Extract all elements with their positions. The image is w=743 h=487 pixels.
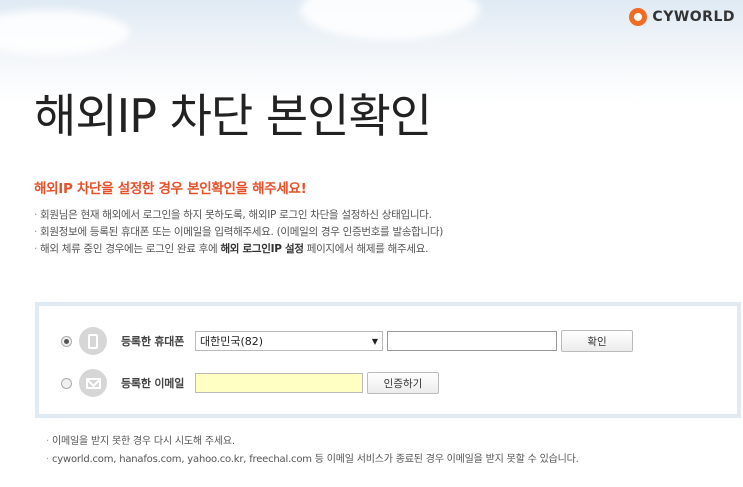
cyworld-logo[interactable]: CYWORLD <box>629 8 735 26</box>
email-auth-row: 등록한 이메일 인증하기 <box>39 369 439 397</box>
phone-radio[interactable] <box>61 335 72 347</box>
phone-auth-row: 등록한 휴대폰 대한민국(82) ▼ 확인 <box>39 327 633 355</box>
country-selected-value: 대한민국(82) <box>200 335 264 348</box>
ip-setting-link-text: 해외 로그인IP 설정 <box>220 243 304 255</box>
phone-number-input[interactable] <box>387 331 557 351</box>
mobile-phone-icon <box>79 327 107 355</box>
intro-headline: 해외IP 차단을 설정한 경우 본인확인을 해주세요! <box>34 181 307 197</box>
sky-cloud <box>0 10 130 55</box>
footer-note: · cyworld.com, hanafos.com, yahoo.co.kr, … <box>46 454 579 465</box>
envelope-icon <box>79 369 107 397</box>
sky-cloud <box>300 0 480 40</box>
cyworld-logo-icon <box>629 8 648 26</box>
dropdown-caret-icon: ▼ <box>371 336 378 346</box>
send-code-button[interactable]: 인증하기 <box>367 372 439 394</box>
confirm-button[interactable]: 확인 <box>561 330 633 352</box>
email-label: 등록한 이메일 <box>121 377 185 390</box>
phone-label: 등록한 휴대폰 <box>121 335 185 348</box>
page-title: 해외IP 차단 본인확인 <box>34 89 432 143</box>
country-code-select[interactable]: 대한민국(82) ▼ <box>195 331 383 351</box>
notice-item: · 회원님은 현재 해외에서 로그인을 하지 못하도록, 해외IP 로그인 차단을… <box>34 209 432 221</box>
footer-note: · 이메일을 받지 못한 경우 다시 시도해 주세요. <box>46 436 235 447</box>
notice-list: · 회원님은 현재 해외에서 로그인을 하지 못하도록, 해외IP 로그인 차단을… <box>34 207 443 258</box>
auth-form-box: 등록한 휴대폰 대한민국(82) ▼ 확인 등록한 이메일 인증하기 <box>35 302 741 418</box>
notice-item: · 회원정보에 등록된 휴대폰 또는 이메일을 입력해주세요. (이메일의 경우 … <box>34 226 444 238</box>
cyworld-logo-text: CYWORLD <box>652 9 735 25</box>
notice-item: · 해외 체류 중인 경우에는 로그인 완료 후에 해외 로그인IP 설정 페이지… <box>34 243 429 255</box>
footer-notes: · 이메일을 받지 못한 경우 다시 시도해 주세요. · cyworld.com,… <box>46 433 579 469</box>
email-input[interactable] <box>195 373 363 393</box>
email-radio[interactable] <box>61 377 72 389</box>
